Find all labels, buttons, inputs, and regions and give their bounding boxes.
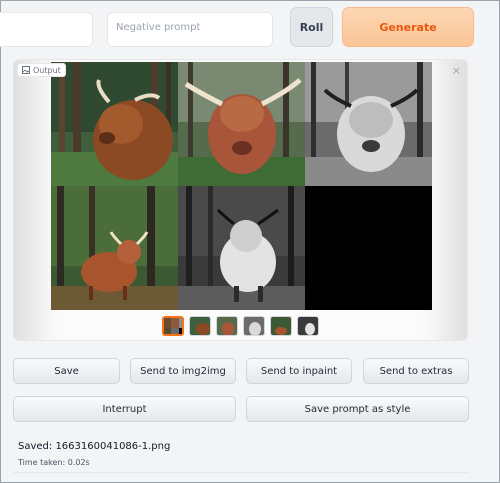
grid-image-1[interactable]: [51, 62, 178, 186]
generation-info: Saved: 1663160041086-1.png Time taken: 0…: [13, 434, 469, 470]
grid-image-6[interactable]: [305, 186, 432, 310]
close-icon[interactable]: ×: [452, 64, 461, 77]
thumbnail-1[interactable]: [189, 316, 211, 336]
interrupt-button[interactable]: Interrupt: [13, 396, 236, 422]
time-taken: Time taken: 0.02s: [18, 458, 90, 467]
thumbnail-2[interactable]: [216, 316, 238, 336]
save-prompt-as-style-button[interactable]: Save prompt as style: [246, 396, 469, 422]
send-to-extras-button[interactable]: Send to extras: [363, 358, 469, 384]
output-panel: Output ×: [13, 59, 468, 341]
grid-image-2[interactable]: [178, 62, 305, 186]
negative-prompt-field[interactable]: Negative prompt: [107, 12, 273, 47]
send-to-img2img-button[interactable]: Send to img2img: [130, 358, 236, 384]
divider: [13, 472, 469, 473]
prompt-field[interactable]: [0, 12, 93, 47]
app-frame: Negative prompt Roll Generate Output × S…: [0, 0, 500, 483]
grid-image-4[interactable]: [51, 186, 178, 310]
saved-filename: Saved: 1663160041086-1.png: [18, 441, 171, 452]
output-label-badge: Output: [17, 63, 66, 77]
thumbnail-4[interactable]: [270, 316, 292, 336]
image-grid: [51, 62, 432, 310]
thumbnail-5[interactable]: [297, 316, 319, 336]
thumbnail-strip: [162, 316, 319, 338]
save-button[interactable]: Save: [13, 358, 120, 384]
thumbnail-3[interactable]: [243, 316, 265, 336]
generate-button[interactable]: Generate: [342, 7, 474, 47]
roll-button[interactable]: Roll: [290, 7, 333, 47]
grid-image-3[interactable]: [305, 62, 432, 186]
negative-prompt-placeholder: Negative prompt: [116, 22, 201, 33]
thumbnail-grid[interactable]: [162, 316, 184, 336]
grid-image-5[interactable]: [178, 186, 305, 310]
image-icon: [22, 66, 30, 74]
send-to-inpaint-button[interactable]: Send to inpaint: [246, 358, 352, 384]
output-label: Output: [33, 65, 61, 75]
